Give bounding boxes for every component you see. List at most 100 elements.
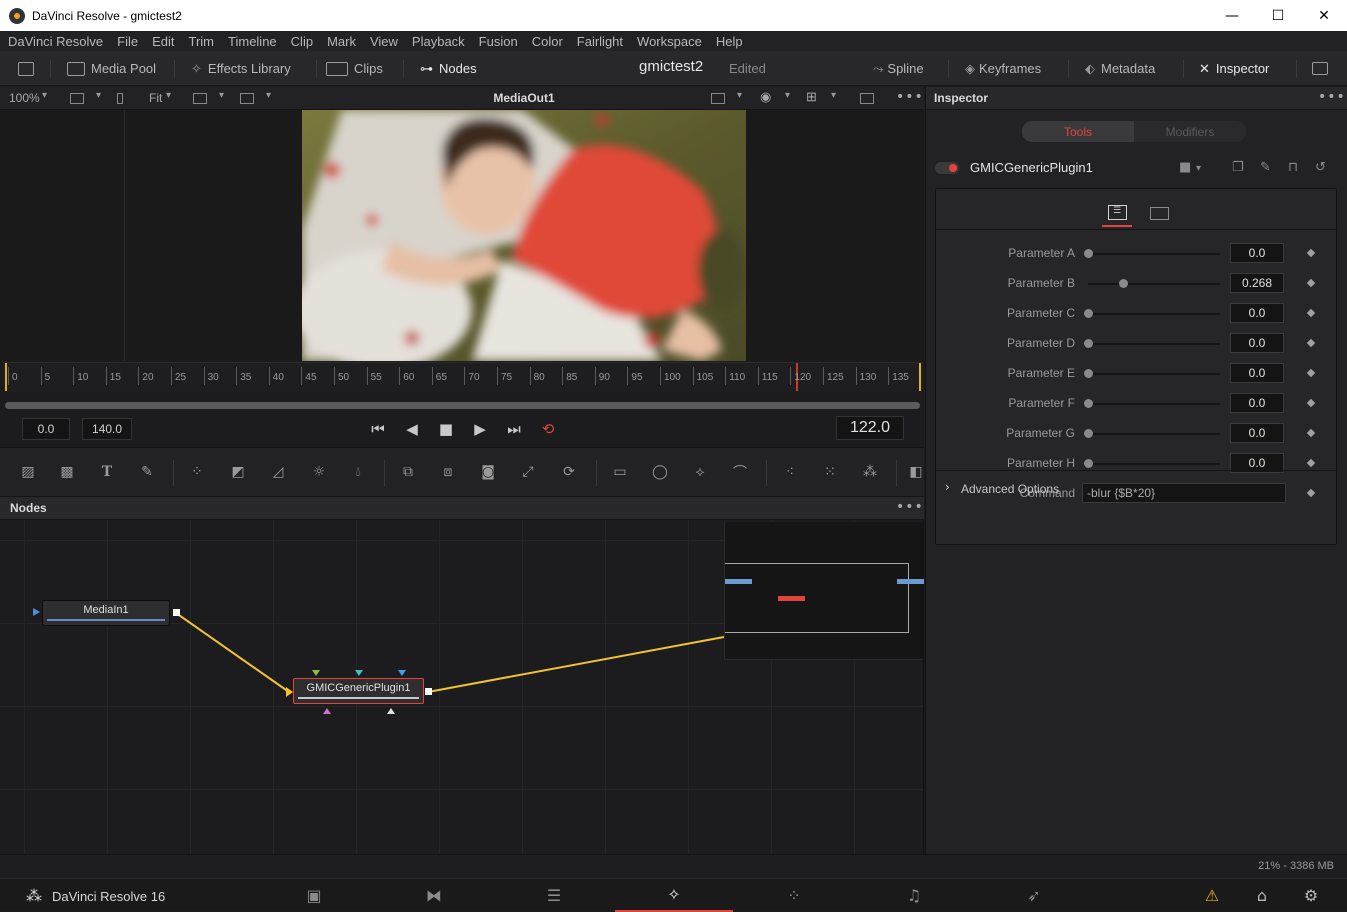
keyframe-diamond-icon[interactable]	[1306, 368, 1316, 378]
nodes-button[interactable]: ⊶ Nodes	[420, 51, 477, 86]
global-end-field[interactable]: 140.0	[82, 418, 132, 440]
play-button[interactable]: ▶	[469, 418, 491, 440]
effect-mask-port[interactable]	[323, 708, 331, 714]
more-options-icon[interactable]: •••	[896, 89, 924, 105]
tab-tools[interactable]: Tools	[1022, 121, 1134, 142]
effects-library-button[interactable]: ✧ Effects Library	[191, 51, 291, 86]
parameter-value-field[interactable]: 0.268	[1230, 273, 1284, 293]
parameter-slider[interactable]	[1088, 403, 1220, 405]
ellipse-mask-icon[interactable]: ◯	[649, 462, 671, 482]
fairlight-page-button[interactable]: ♫	[855, 879, 973, 912]
playback-scrub-bar[interactable]	[5, 402, 920, 409]
input-port[interactable]	[312, 670, 320, 676]
grid-icon[interactable]: ⊞	[806, 89, 817, 105]
parameter-value-field[interactable]: 0.0	[1230, 363, 1284, 383]
panel-toggle-button[interactable]	[18, 51, 40, 86]
keyframe-diamond-icon[interactable]	[1306, 248, 1316, 258]
parameter-value-field[interactable]: 0.0	[1230, 423, 1284, 443]
controls-tab[interactable]: ☰	[1102, 199, 1132, 227]
stop-button[interactable]: ■	[435, 418, 457, 440]
node-gmicgenericplugin1[interactable]: GMICGenericPlugin1	[293, 678, 424, 704]
transform-tool-icon[interactable]: ⟳	[558, 462, 580, 482]
color-channels-icon[interactable]: ◉	[760, 89, 771, 105]
menu-edit[interactable]: Edit	[152, 34, 174, 49]
merge3d-tool-icon[interactable]: ◧	[905, 462, 927, 482]
tab-modifiers[interactable]: Modifiers	[1134, 121, 1246, 142]
loop-button[interactable]: ⟲	[537, 418, 559, 440]
go-to-start-button[interactable]: ⏮	[367, 418, 389, 440]
global-start-field[interactable]: 0.0	[22, 418, 70, 440]
mask-port[interactable]	[387, 708, 395, 714]
deliver-page-button[interactable]: ➶	[975, 879, 1093, 912]
color-swatch-icon[interactable]: ■	[1179, 160, 1191, 175]
navigator-viewport[interactable]	[725, 563, 909, 633]
menu-mark[interactable]: Mark	[327, 34, 356, 49]
safe-frame-icon[interactable]	[860, 93, 874, 104]
paint-tool-icon[interactable]: ✎	[136, 462, 158, 482]
maximize-button[interactable]: ☐	[1255, 0, 1301, 31]
parameter-value-field[interactable]: 0.0	[1230, 243, 1284, 263]
parameter-value-field[interactable]: 0.0	[1230, 393, 1284, 413]
slider-knob[interactable]	[1084, 339, 1093, 348]
chevron-down-icon[interactable]: ▾	[1196, 163, 1201, 174]
menu-workspace[interactable]: Workspace	[637, 34, 702, 49]
cut-page-button[interactable]: ⧓	[375, 879, 493, 912]
parameter-slider[interactable]	[1088, 373, 1220, 375]
minimize-button[interactable]: —	[1209, 0, 1255, 31]
keyframe-diamond-icon[interactable]	[1306, 458, 1316, 468]
background-tool-icon[interactable]: ▨	[17, 462, 39, 482]
brightness-tool-icon[interactable]: ☼	[308, 462, 330, 482]
settings-tab[interactable]	[1144, 199, 1174, 227]
menu-fairlight[interactable]: Fairlight	[577, 34, 623, 49]
keyframe-diamond-icon[interactable]	[1306, 428, 1316, 438]
keyframes-button[interactable]: ◈ Keyframes	[965, 51, 1041, 86]
render-start-marker[interactable]	[5, 363, 7, 391]
parameter-slider[interactable]	[1088, 253, 1220, 255]
edit-page-button[interactable]: ☰	[495, 879, 613, 912]
metadata-button[interactable]: ⬖ Metadata	[1085, 51, 1155, 86]
rectangle-mask-icon[interactable]: ▭	[609, 462, 631, 482]
menu-timeline[interactable]: Timeline	[228, 34, 277, 49]
menu-color[interactable]: Color	[532, 34, 563, 49]
curves-tool-icon[interactable]: ◿	[267, 462, 289, 482]
merge-tool-icon[interactable]: ⧉	[397, 462, 419, 482]
channel-booleans-tool-icon[interactable]: ⧈	[437, 462, 459, 482]
blur-tool-icon[interactable]: 💧︎	[347, 462, 369, 482]
play-reverse-button[interactable]: ◀	[401, 418, 423, 440]
node-mediain1[interactable]: MediaIn1	[42, 600, 170, 626]
input-port[interactable]	[355, 670, 363, 676]
slider-knob[interactable]	[1084, 309, 1093, 318]
reset-icon[interactable]: ↺	[1315, 160, 1326, 175]
keyframe-diamond-icon[interactable]	[1306, 308, 1316, 318]
pin-icon[interactable]: ✎	[1260, 160, 1271, 175]
prender-tool-icon[interactable]: ⁙	[819, 462, 841, 482]
lock-icon[interactable]: ⊓	[1288, 160, 1298, 175]
settings-button[interactable]: ⚙	[1252, 879, 1347, 912]
tool-enable-toggle[interactable]	[935, 162, 959, 174]
parameter-slider[interactable]	[1088, 283, 1220, 285]
media-page-button[interactable]: ▣	[255, 879, 373, 912]
menu-davinci-resolve[interactable]: DaVinci Resolve	[8, 34, 103, 49]
output-port[interactable]	[173, 609, 180, 616]
current-frame-field[interactable]: 122.0	[836, 416, 904, 440]
slider-knob[interactable]	[1084, 459, 1093, 468]
clips-button[interactable]: Clips	[326, 51, 383, 86]
media-pool-button[interactable]: Media Pool	[67, 51, 156, 86]
slider-knob[interactable]	[1084, 369, 1093, 378]
render-end-marker[interactable]	[919, 363, 921, 391]
output-port[interactable]	[425, 688, 432, 695]
node-navigator[interactable]	[724, 522, 924, 660]
fullscreen-button[interactable]	[1312, 51, 1328, 86]
slider-knob[interactable]	[1084, 249, 1093, 258]
fusion-page-button[interactable]: ✧	[615, 879, 733, 912]
more-options-icon[interactable]: •••	[896, 499, 924, 515]
parameter-slider[interactable]	[1088, 433, 1220, 435]
close-button[interactable]: ✕	[1301, 0, 1347, 31]
parameter-value-field[interactable]: 0.0	[1230, 303, 1284, 323]
fast-noise-tool-icon[interactable]: ▩	[56, 462, 78, 482]
lut-icon[interactable]	[711, 93, 725, 104]
inspector-button[interactable]: ✕ Inspector	[1199, 51, 1269, 86]
bspline-mask-icon[interactable]: ⌒	[729, 462, 751, 482]
particles-tool-icon[interactable]: ⁘	[186, 462, 208, 482]
slider-knob[interactable]	[1084, 399, 1093, 408]
